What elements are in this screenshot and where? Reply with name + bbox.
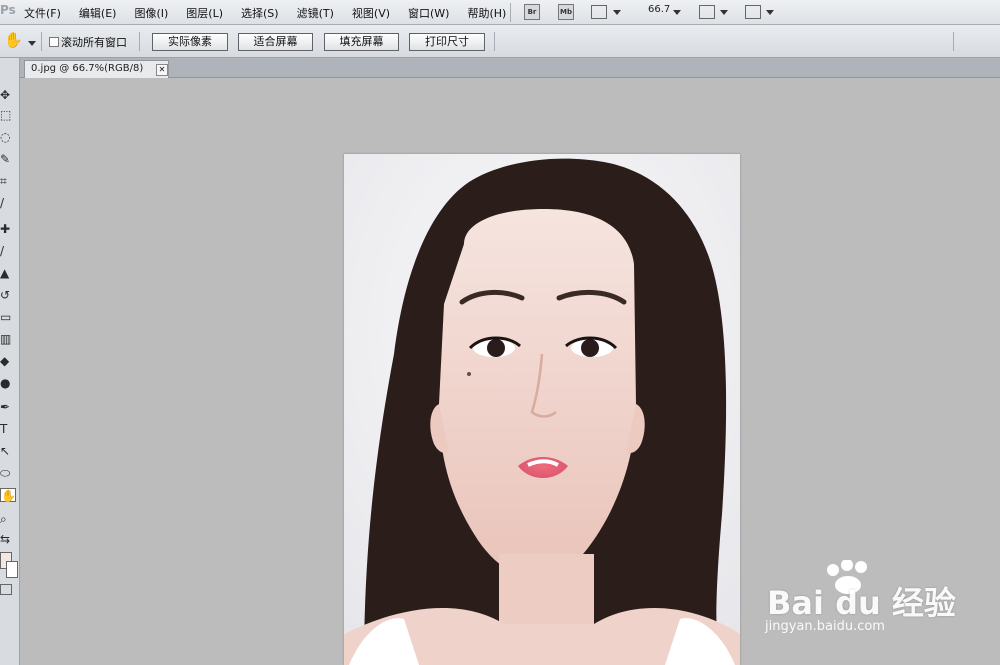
eraser-tool-icon[interactable]: ▭ bbox=[0, 310, 16, 324]
hand-tool-icon[interactable]: ✋ bbox=[4, 32, 23, 49]
zoom-tool-icon[interactable]: ⌕ bbox=[0, 512, 16, 526]
background-color-swatch[interactable] bbox=[6, 561, 18, 578]
chevron-down-icon[interactable] bbox=[613, 10, 621, 15]
pen-tool-icon[interactable]: ✒ bbox=[0, 400, 16, 414]
portrait-image bbox=[344, 154, 740, 665]
tools-panel: ✥ ⬚ ◌ ✎ ⌗ / ✚ / ▲ ↺ ▭ ▥ ◆ ● ✒ T ↖ ⬭ ✋ ⌕ … bbox=[0, 58, 20, 665]
close-icon[interactable]: ✕ bbox=[156, 64, 168, 76]
menu-select[interactable]: 选择(S) bbox=[241, 5, 279, 21]
healing-brush-tool-icon[interactable]: ✚ bbox=[0, 222, 16, 236]
dodge-tool-icon[interactable]: ● bbox=[0, 376, 16, 390]
fit-screen-button[interactable]: 适合屏幕 bbox=[238, 33, 313, 51]
options-separator bbox=[953, 32, 954, 51]
photoshop-logo: Ps bbox=[0, 3, 16, 17]
chevron-down-icon[interactable] bbox=[673, 10, 681, 15]
swap-colors-icon[interactable]: ⇆ bbox=[0, 532, 16, 546]
zoom-level[interactable]: 66.7 bbox=[648, 4, 670, 15]
hand-tool-icon[interactable]: ✋ bbox=[0, 488, 16, 503]
fill-screen-button[interactable]: 填充屏幕 bbox=[324, 33, 399, 51]
baidu-watermark: Bai du 经验 jingyan.baidu.com bbox=[765, 560, 956, 640]
menu-layer[interactable]: 图层(L) bbox=[186, 5, 223, 21]
menu-file[interactable]: 文件(F) bbox=[24, 5, 61, 21]
quick-mask-icon[interactable] bbox=[0, 584, 12, 595]
options-separator bbox=[494, 32, 495, 51]
brush-tool-icon[interactable]: / bbox=[0, 244, 16, 258]
portrait-photo bbox=[344, 154, 740, 665]
quick-selection-tool-icon[interactable]: ✎ bbox=[0, 152, 16, 166]
move-tool-icon[interactable]: ✥ bbox=[0, 88, 16, 102]
scroll-all-windows-checkbox[interactable] bbox=[49, 37, 59, 47]
chevron-down-icon[interactable] bbox=[766, 10, 774, 15]
menu-separator bbox=[510, 3, 511, 22]
shape-tool-icon[interactable]: ⬭ bbox=[0, 466, 16, 480]
menu-image[interactable]: 图像(I) bbox=[134, 5, 168, 21]
lasso-tool-icon[interactable]: ◌ bbox=[0, 130, 16, 144]
menu-bar: Ps 文件(F) 编辑(E) 图像(I) 图层(L) 选择(S) 滤镜(T) 视… bbox=[0, 0, 1000, 25]
bridge-button[interactable]: Br bbox=[524, 4, 540, 20]
history-brush-tool-icon[interactable]: ↺ bbox=[0, 288, 16, 302]
blur-tool-icon[interactable]: ◆ bbox=[0, 354, 16, 368]
document-tab-bar: 0.jpg @ 66.7%(RGB/8) ✕ bbox=[20, 58, 1000, 78]
mini-bridge-button[interactable]: Mb bbox=[558, 4, 574, 20]
menu-filter[interactable]: 滤镜(T) bbox=[297, 5, 334, 21]
options-separator bbox=[41, 32, 42, 51]
menu-edit[interactable]: 编辑(E) bbox=[79, 5, 117, 21]
document-title: 0.jpg @ 66.7%(RGB/8) bbox=[31, 63, 144, 74]
chevron-down-icon[interactable] bbox=[720, 10, 728, 15]
print-size-button[interactable]: 打印尺寸 bbox=[409, 33, 485, 51]
menu-view[interactable]: 视图(V) bbox=[352, 5, 390, 21]
options-separator bbox=[139, 32, 140, 51]
type-tool-icon[interactable]: T bbox=[0, 422, 16, 436]
document-tab[interactable]: 0.jpg @ 66.7%(RGB/8) ✕ bbox=[24, 60, 169, 78]
actual-pixels-button[interactable]: 实际像素 bbox=[152, 33, 228, 51]
baidu-brand-text: Bai du 经验 bbox=[767, 584, 956, 622]
menu-window[interactable]: 窗口(W) bbox=[408, 5, 449, 21]
view-extras-icon[interactable] bbox=[591, 5, 607, 19]
options-bar: ✋ 滚动所有窗口 实际像素 适合屏幕 填充屏幕 打印尺寸 bbox=[0, 25, 1000, 58]
clone-stamp-tool-icon[interactable]: ▲ bbox=[0, 266, 16, 280]
path-selection-tool-icon[interactable]: ↖ bbox=[0, 444, 16, 458]
main-menu: 文件(F) 编辑(E) 图像(I) 图层(L) 选择(S) 滤镜(T) 视图(V… bbox=[24, 0, 524, 25]
eyedropper-tool-icon[interactable]: / bbox=[0, 196, 16, 210]
screen-mode-icon[interactable] bbox=[745, 5, 761, 19]
gradient-tool-icon[interactable]: ▥ bbox=[0, 332, 16, 346]
marquee-tool-icon[interactable]: ⬚ bbox=[0, 108, 16, 122]
arrange-documents-icon[interactable] bbox=[699, 5, 715, 19]
chevron-down-icon[interactable] bbox=[28, 41, 36, 46]
baidu-url-text: jingyan.baidu.com bbox=[765, 619, 885, 634]
menu-help[interactable]: 帮助(H) bbox=[467, 5, 506, 21]
crop-tool-icon[interactable]: ⌗ bbox=[0, 174, 16, 188]
scroll-all-windows-label: 滚动所有窗口 bbox=[61, 36, 127, 49]
